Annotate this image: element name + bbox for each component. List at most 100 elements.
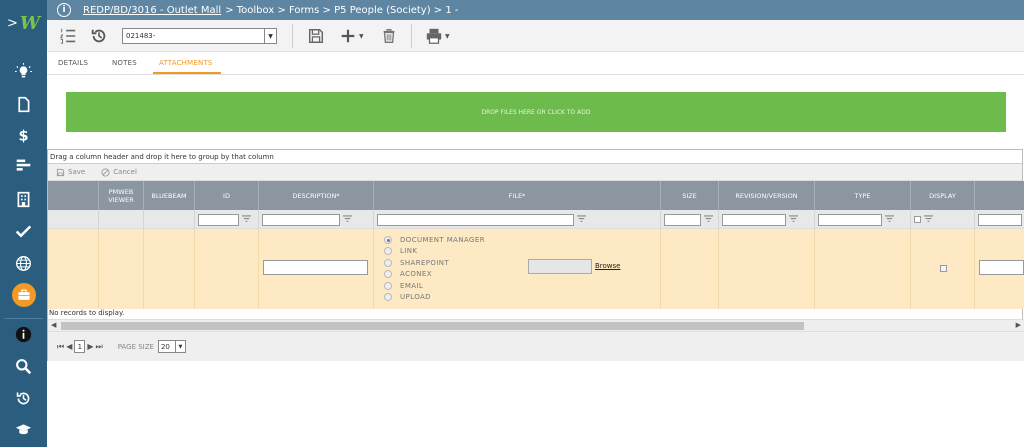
filter-funnel-icon[interactable] [885, 215, 894, 224]
horizontal-scrollbar[interactable]: ◀ ▶ [48, 319, 1024, 331]
file-source-option[interactable]: DOCUMENT MANAGER [384, 234, 485, 246]
col-header-description[interactable]: DESCRIPTION* [259, 181, 374, 210]
col-header-revision[interactable]: REVISION/VERSION [719, 181, 815, 210]
expand-chevron-icon[interactable]: > [7, 16, 18, 31]
filter-funnel-icon[interactable] [577, 215, 586, 224]
save-icon [56, 168, 65, 176]
tab-attachments[interactable]: ATTACHMENTS [159, 59, 213, 67]
col-header-bluebeam[interactable]: BLUEBEAM [144, 181, 195, 210]
first-page-icon[interactable]: ⏮ [57, 342, 64, 352]
col-header-type[interactable]: TYPE [815, 181, 911, 210]
check-icon[interactable] [0, 217, 47, 245]
radio-button[interactable] [384, 235, 392, 244]
chevron-down-icon[interactable]: ▼ [264, 29, 276, 43]
prev-page-icon[interactable]: ◀ [66, 342, 72, 351]
scroll-left-icon[interactable]: ◀ [51, 321, 56, 329]
record-select[interactable]: 021483- ▼ [122, 28, 277, 44]
page-size-label: PAGE SIZE [117, 342, 154, 351]
filter-funnel-icon[interactable] [242, 215, 251, 224]
col-header-more[interactable] [975, 181, 1024, 210]
radio-button[interactable] [384, 293, 392, 302]
filter-funnel-icon[interactable] [789, 215, 798, 224]
col-header-size[interactable]: SIZE [661, 181, 719, 210]
briefcase-icon[interactable] [0, 281, 47, 309]
col-header-select[interactable] [48, 181, 99, 210]
left-sidebar: > W $ [0, 0, 47, 447]
next-page-icon[interactable]: ▶ [87, 342, 93, 351]
type-filter-input[interactable] [818, 213, 882, 226]
tab-notes[interactable]: NOTES [112, 59, 137, 67]
col-header-id[interactable]: ID [195, 181, 259, 210]
page-size-value: 20 [160, 342, 170, 351]
app-logo[interactable]: > W [0, 0, 47, 47]
info-circle-icon[interactable]: i [57, 3, 71, 17]
radio-button[interactable] [384, 247, 392, 256]
file-source-option[interactable]: SHAREPOINT [384, 257, 485, 269]
file-source-radio-group: DOCUMENT MANAGER LINK SHAREPOINT ACONEX … [384, 234, 485, 303]
printer-icon [426, 28, 442, 44]
save-button[interactable] [307, 26, 325, 46]
file-source-option[interactable]: EMAIL [384, 280, 485, 292]
description-filter-input[interactable] [262, 213, 340, 226]
file-filter-input[interactable] [377, 213, 574, 226]
file-path-field[interactable] [528, 259, 592, 274]
edit-cell [99, 229, 144, 309]
globe-icon[interactable] [0, 249, 47, 277]
file-drop-zone[interactable]: DROP FILES HERE OR CLICK TO ADD [66, 92, 1006, 132]
radio-button[interactable] [384, 281, 392, 290]
col-header-file[interactable]: FILE* [374, 181, 661, 210]
browse-link[interactable]: Browse [595, 262, 621, 270]
more-input[interactable] [979, 260, 1024, 275]
scrollbar-thumb[interactable] [61, 322, 804, 330]
building-icon[interactable] [0, 185, 47, 213]
filter-funnel-icon[interactable] [924, 215, 933, 224]
print-button[interactable]: ▼ [425, 26, 450, 46]
current-page[interactable]: 1 [74, 340, 86, 353]
id-filter-input[interactable] [198, 213, 239, 226]
breadcrumb-record-link[interactable]: REDP/BD/3016 - Outlet Mall [83, 5, 221, 16]
size-filter-input[interactable] [664, 213, 701, 226]
edit-cell [144, 229, 195, 309]
page-size-select[interactable]: 20 ▼ [157, 340, 186, 353]
delete-button[interactable] [380, 26, 398, 46]
filter-funnel-icon[interactable] [704, 215, 713, 224]
edit-cell [195, 229, 259, 309]
display-checkbox[interactable] [940, 265, 947, 272]
caret-down-icon[interactable]: ▼ [445, 33, 450, 40]
active-tab-indicator [153, 72, 221, 74]
radio-button[interactable] [384, 258, 392, 267]
revision-filter-input[interactable] [722, 213, 786, 226]
scroll-right-icon[interactable]: ▶ [1016, 321, 1021, 329]
description-input[interactable] [263, 260, 368, 275]
radio-button[interactable] [384, 270, 392, 279]
filter-funnel-icon[interactable] [343, 215, 352, 224]
file-source-option[interactable]: UPLOAD [384, 292, 485, 304]
col-header-display[interactable]: DISPLAY [911, 181, 975, 210]
display-filter-checkbox[interactable] [914, 216, 921, 223]
file-source-label: ACONEX [400, 270, 432, 279]
filter-cell [48, 210, 99, 229]
group-by-panel[interactable]: Drag a column header and drop it here to… [48, 150, 1022, 164]
history-icon[interactable] [0, 384, 47, 412]
graduation-cap-icon[interactable] [0, 415, 47, 443]
info-icon[interactable] [0, 320, 47, 348]
file-source-option[interactable]: ACONEX [384, 269, 485, 281]
document-icon[interactable] [0, 90, 47, 118]
tab-details[interactable]: DETAILS [58, 59, 88, 67]
list-view-button[interactable] [59, 26, 77, 46]
file-source-option[interactable]: LINK [384, 246, 485, 258]
chevron-down-icon[interactable]: ▼ [174, 341, 185, 352]
history-button[interactable] [90, 26, 108, 46]
caret-down-icon[interactable]: ▼ [359, 33, 364, 40]
col-header-pmweb-viewer[interactable]: PMWEB VIEWER [99, 181, 144, 210]
gantt-icon[interactable] [0, 151, 47, 179]
add-button[interactable]: ▼ [339, 26, 364, 46]
dollar-icon[interactable]: $ [0, 121, 47, 149]
file-source-label: LINK [400, 247, 418, 256]
grid-cancel-button[interactable]: Cancel [101, 167, 137, 177]
search-icon[interactable] [0, 352, 47, 380]
last-page-icon[interactable]: ⏭ [96, 342, 103, 352]
grid-save-button[interactable]: Save [56, 168, 85, 177]
more-filter-input[interactable] [978, 213, 1022, 226]
lightbulb-icon[interactable] [0, 57, 47, 85]
